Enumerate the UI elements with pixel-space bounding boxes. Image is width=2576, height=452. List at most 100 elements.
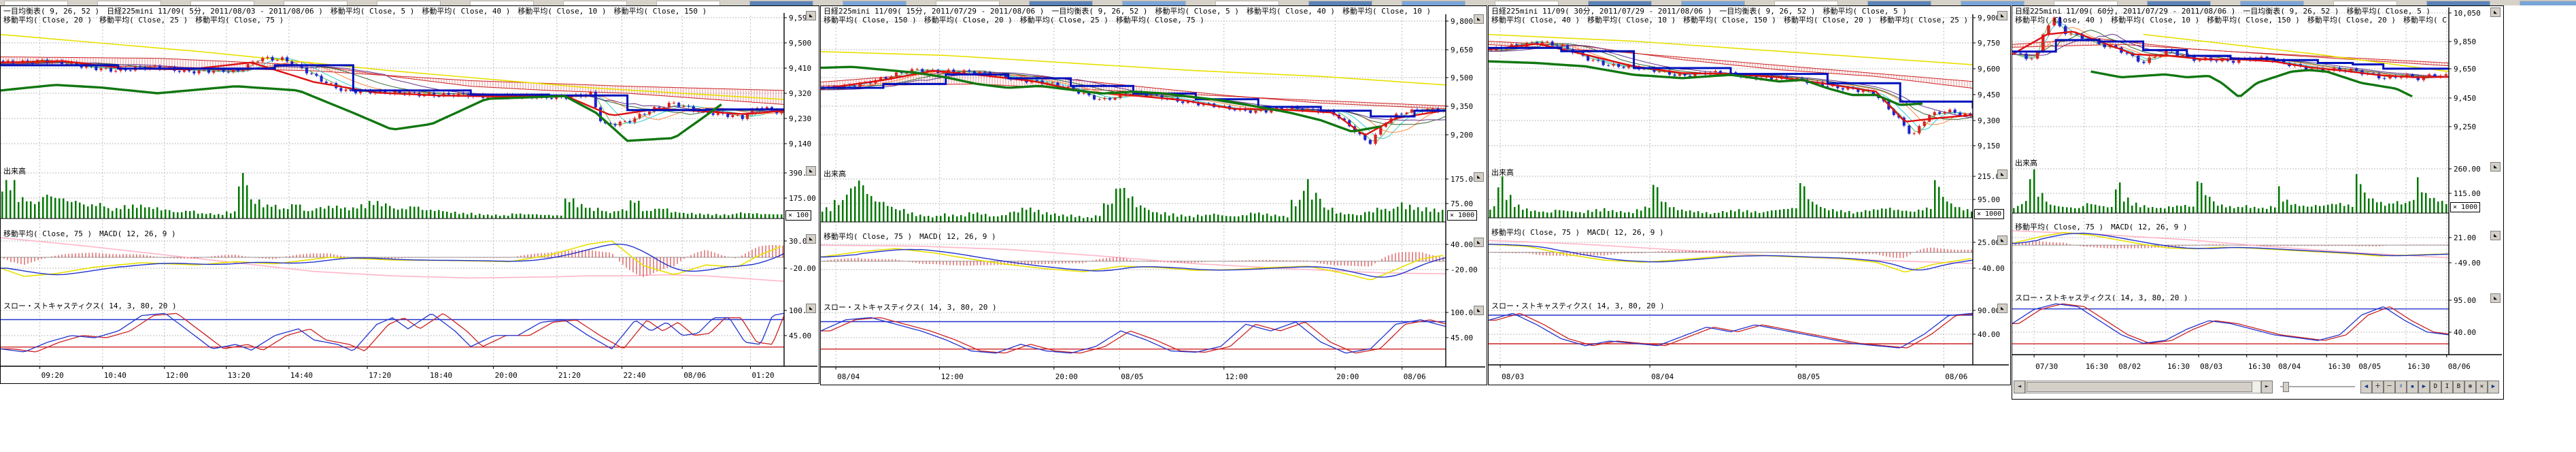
svg-text:08/05: 08/05 (2358, 362, 2381, 371)
top-strip-cell (749, 1, 813, 5)
top-strip-cell (936, 1, 1000, 5)
top-strip-cell (190, 1, 254, 5)
pane-collapse-button-volume[interactable]: ◣ (1997, 170, 2007, 179)
top-strip-cell (2333, 1, 2397, 5)
chart-header-line1: 日経225mini 11/09( 15分, 2011/07/29 - 2011/… (824, 7, 1444, 16)
svg-text:-49.00: -49.00 (2454, 259, 2481, 268)
pane-collapse-button-volume[interactable]: ◣ (2490, 162, 2501, 172)
chart-header-line2: 移動平均( Close, 150 ) 移動平均( Close, 20 ) 移動平… (824, 16, 1444, 25)
toolbar-button-5[interactable]: ▶ (2418, 381, 2430, 393)
toolbar-button-0[interactable]: ◀ (2360, 381, 2372, 393)
macd-pane-title: 移動平均( Close, 75 ) MACD( 12, 26, 9 ) (2015, 221, 2188, 232)
pane-collapse-button-volume[interactable]: ◣ (1474, 172, 1484, 182)
svg-text:45.00: 45.00 (1451, 334, 1473, 342)
svg-text:10:40: 10:40 (104, 371, 126, 380)
volume-pane-title: 出来高 (3, 165, 26, 176)
toolbar-button-6[interactable]: D (2430, 381, 2441, 393)
pane-collapse-button-stoch[interactable]: ◣ (1997, 304, 2007, 313)
svg-text:17:20: 17:20 (369, 371, 391, 380)
pane-collapse-button-price[interactable]: ◣ (1997, 11, 2007, 20)
svg-text:22:40: 22:40 (624, 371, 646, 380)
svg-text:20:00: 20:00 (1336, 372, 1359, 381)
svg-text:16:30: 16:30 (2248, 362, 2271, 371)
macd-pane-title: 移動平均( Close, 75 ) MACD( 12, 26, 9 ) (1491, 227, 1664, 238)
svg-text:260.00: 260.00 (2454, 165, 2481, 174)
svg-text:9,250: 9,250 (2454, 123, 2476, 131)
svg-text:40.00: 40.00 (1451, 240, 1473, 249)
svg-text:08/06: 08/06 (1404, 372, 1426, 381)
volume-pane-title: 出来高 (1491, 167, 1514, 178)
zoom-slider-track[interactable] (2280, 386, 2355, 387)
svg-text:9,500: 9,500 (789, 39, 811, 48)
stoch-pane-title: スロー・ストキャスティクス( 14, 3, 80, 20 ) (824, 302, 997, 312)
svg-text:9,650: 9,650 (2454, 65, 2476, 74)
svg-text:20:00: 20:00 (1055, 372, 1078, 381)
volume-multiplier-badge: × 100 (785, 210, 811, 221)
toolbar-button-10[interactable]: ✕ (2476, 381, 2488, 393)
chart-window-3: 9,9009,7509,6009,4509,3009,150215.0095.0… (1488, 5, 2011, 385)
top-strip-cell (1029, 1, 1093, 5)
svg-text:08/05: 08/05 (1797, 372, 1820, 381)
pane-collapse-button-stoch[interactable]: ◣ (806, 304, 816, 313)
svg-text:08/05: 08/05 (1121, 372, 1143, 381)
macd-pane-title: 移動平均( Close, 75 ) MACD( 12, 26, 9 ) (3, 228, 176, 239)
pane-collapse-button-macd[interactable]: ◣ (806, 234, 816, 244)
svg-text:13:20: 13:20 (228, 371, 250, 380)
top-strip-cell (377, 1, 441, 5)
scroll-left-button[interactable]: ◄ (2014, 381, 2025, 393)
top-strip-cell (4, 1, 68, 5)
chart-header-line2: 移動平均( Close, 40 ) 移動平均( Close, 10 ) 移動平均… (2015, 16, 2447, 25)
toolbar-button-7[interactable]: I (2441, 381, 2453, 393)
stoch-pane-title: スロー・ストキャスティクス( 14, 3, 80, 20 ) (1491, 300, 1665, 311)
svg-text:08/03: 08/03 (2200, 362, 2222, 371)
zoom-slider-thumb[interactable] (2283, 382, 2289, 392)
toolbar-button-11[interactable]: ▶ (2488, 381, 2499, 393)
pane-collapse-button-price[interactable]: ◣ (806, 11, 816, 20)
pane-collapse-button-stoch[interactable]: ◣ (1474, 306, 1484, 315)
svg-text:08/02: 08/02 (2118, 362, 2141, 371)
svg-text:9,850: 9,850 (2454, 37, 2476, 46)
svg-text:9,750: 9,750 (1978, 39, 2000, 48)
svg-text:16:30: 16:30 (2328, 362, 2350, 371)
svg-text:12:00: 12:00 (941, 372, 964, 381)
top-strip-cell (284, 1, 348, 5)
top-strip-cell (1961, 1, 2024, 5)
top-strip-cell (2240, 1, 2304, 5)
toolbar-button-4[interactable]: ▪ (2407, 381, 2418, 393)
toolbar-button-9[interactable]: ⊕ (2464, 381, 2476, 393)
pane-collapse-button-macd[interactable]: ◣ (2490, 231, 2501, 240)
chart-canvas-4: 10,0509,8509,6509,4509,250260.00115.0021… (2012, 6, 2503, 399)
chart-canvas-1: 9,5909,5009,4109,3209,2309,140390.00175.… (1, 6, 819, 383)
svg-text:16:30: 16:30 (2086, 362, 2108, 371)
pane-collapse-button-price[interactable]: ◣ (1474, 14, 1484, 24)
svg-text:9,150: 9,150 (1978, 142, 2000, 150)
pane-collapse-button-macd[interactable]: ◣ (1474, 238, 1484, 247)
svg-text:08/06: 08/06 (1945, 372, 1967, 381)
svg-text:75.00: 75.00 (1451, 199, 1473, 208)
pane-collapse-button-stoch[interactable]: ◣ (2490, 293, 2501, 303)
svg-text:9,450: 9,450 (2454, 94, 2476, 103)
top-strip-cell (470, 1, 534, 5)
scroll-right-button[interactable]: ► (2261, 381, 2273, 393)
pane-collapse-button-volume[interactable]: ◣ (806, 166, 816, 176)
svg-text:20:00: 20:00 (495, 371, 518, 380)
toolbar-button-8[interactable]: B (2453, 381, 2464, 393)
svg-text:95.00: 95.00 (1978, 195, 2000, 204)
svg-text:9,320: 9,320 (789, 89, 811, 98)
macd-pane-title: 移動平均( Close, 75 ) MACD( 12, 26, 9 ) (824, 231, 996, 242)
chart-window-4: 10,0509,8509,6509,4509,250260.00115.0021… (2012, 5, 2504, 400)
chart-window-1: 9,5909,5009,4109,3209,2309,140390.00175.… (0, 5, 819, 384)
toolbar-button-1[interactable]: ＋ (2372, 381, 2384, 393)
top-strip (0, 0, 2576, 5)
pane-collapse-button-macd[interactable]: ◣ (1997, 236, 2007, 245)
svg-text:16:30: 16:30 (2167, 362, 2190, 371)
top-strip-cell (656, 1, 720, 5)
svg-text:21:20: 21:20 (558, 371, 581, 380)
chart-header-line1: 日経225mini 11/09( 60分, 2011/07/29 - 2011/… (2015, 7, 2447, 16)
top-strip-cell (1681, 1, 1745, 5)
scrollbar-thumb[interactable] (2027, 382, 2252, 392)
svg-text:-20.00: -20.00 (1451, 265, 1478, 274)
toolbar-button-3[interactable]: ♯ (2395, 381, 2407, 393)
pane-collapse-button-price[interactable]: ◣ (2490, 7, 2501, 17)
toolbar-button-2[interactable]: － (2384, 381, 2395, 393)
